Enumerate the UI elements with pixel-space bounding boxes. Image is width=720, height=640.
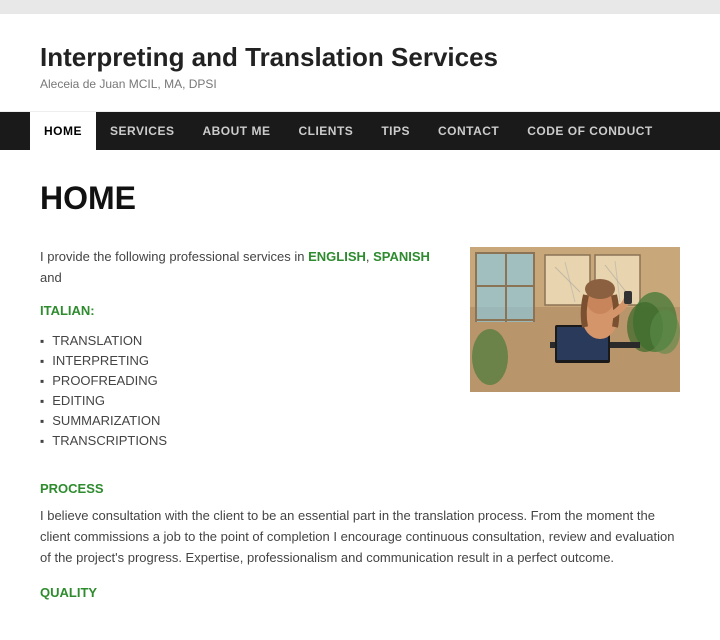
nav-list: HOME SERVICES ABOUT ME CLIENTS TIPS CONT…: [30, 112, 690, 150]
highlight-english: ENGLISH: [308, 249, 366, 264]
service-interpreting: INTERPRETING: [40, 353, 440, 368]
highlight-italian: ITALIAN:: [40, 303, 95, 318]
service-proofreading: PROOFREADING: [40, 373, 440, 388]
main-content: HOME I provide the following professiona…: [0, 150, 720, 640]
nav-item-tips[interactable]: TIPS: [367, 112, 424, 150]
site-subtitle: Aleceia de Juan MCIL, MA, DPSI: [40, 77, 680, 91]
nav-link-services[interactable]: SERVICES: [96, 112, 188, 150]
process-heading: PROCESS: [40, 481, 680, 496]
nav-item-about[interactable]: ABOUT ME: [188, 112, 284, 150]
intro-and: and: [40, 270, 62, 285]
intro-text: I provide the following professional ser…: [40, 247, 440, 453]
page-heading: HOME: [40, 180, 680, 217]
profile-svg: [470, 247, 680, 392]
nav-link-code[interactable]: CODE OF CONDUCT: [513, 112, 667, 150]
profile-image: [470, 247, 680, 392]
intro-italian-line: ITALIAN:: [40, 301, 440, 322]
nav-item-clients[interactable]: CLIENTS: [284, 112, 367, 150]
page-wrapper: Interpreting and Translation Services Al…: [0, 0, 720, 640]
service-translation: TRANSLATION: [40, 333, 440, 348]
service-editing: EDITING: [40, 393, 440, 408]
nav-item-home[interactable]: HOME: [30, 112, 96, 150]
quality-section: QUALITY: [40, 585, 680, 600]
intro-prefix: I provide the following professional ser…: [40, 249, 308, 264]
highlight-spanish: SPANISH: [373, 249, 430, 264]
main-nav: HOME SERVICES ABOUT ME CLIENTS TIPS CONT…: [0, 112, 720, 150]
process-section: PROCESS I believe consultation with the …: [40, 481, 680, 568]
nav-item-services[interactable]: SERVICES: [96, 112, 188, 150]
nav-link-clients[interactable]: CLIENTS: [284, 112, 367, 150]
quality-heading: QUALITY: [40, 585, 680, 600]
nav-link-about[interactable]: ABOUT ME: [188, 112, 284, 150]
nav-link-contact[interactable]: CONTACT: [424, 112, 513, 150]
service-summarization: SUMMARIZATION: [40, 413, 440, 428]
service-transcriptions: TRANSCRIPTIONS: [40, 433, 440, 448]
nav-link-tips[interactable]: TIPS: [367, 112, 424, 150]
site-title: Interpreting and Translation Services: [40, 42, 680, 73]
intro-paragraph: I provide the following professional ser…: [40, 247, 440, 289]
site-header: Interpreting and Translation Services Al…: [0, 14, 720, 112]
services-list: TRANSLATION INTERPRETING PROOFREADING ED…: [40, 333, 440, 448]
intro-section: I provide the following professional ser…: [40, 247, 680, 453]
process-text: I believe consultation with the client t…: [40, 506, 680, 568]
top-bar: [0, 0, 720, 14]
nav-item-code[interactable]: CODE OF CONDUCT: [513, 112, 667, 150]
profile-image-container: [470, 247, 680, 453]
nav-item-contact[interactable]: CONTACT: [424, 112, 513, 150]
nav-link-home[interactable]: HOME: [30, 112, 96, 150]
